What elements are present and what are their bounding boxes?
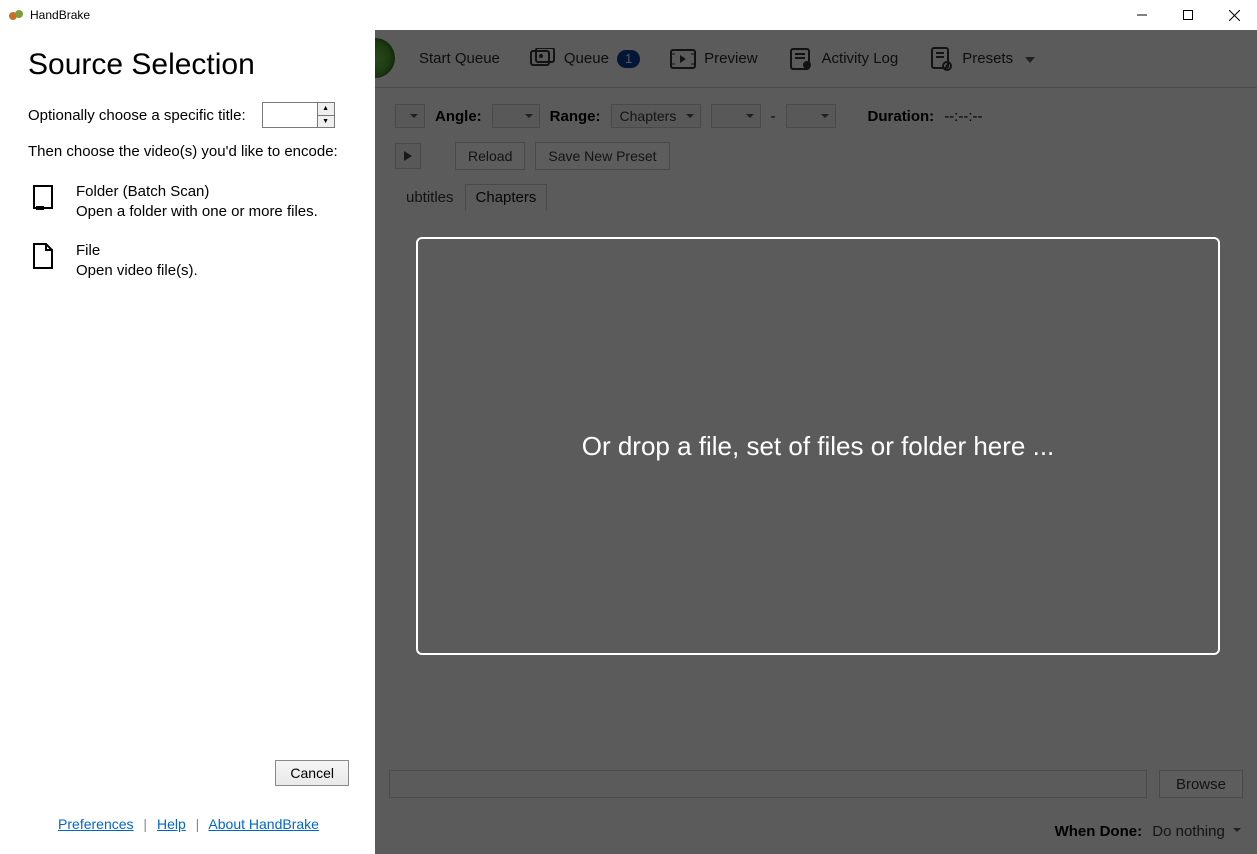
- folder-icon: [28, 182, 58, 212]
- preferences-link[interactable]: Preferences: [58, 816, 133, 832]
- file-option-title: File: [76, 241, 198, 261]
- about-link[interactable]: About HandBrake: [208, 816, 319, 832]
- file-option-desc: Open video file(s).: [76, 261, 198, 281]
- choose-title-spinner[interactable]: ▲ ▼: [262, 102, 335, 128]
- source-option-folder[interactable]: Folder (Batch Scan) Open a folder with o…: [28, 182, 349, 221]
- choose-subtext: Then choose the video(s) you'd like to e…: [28, 142, 349, 162]
- spinner-down[interactable]: ▼: [318, 116, 334, 128]
- window-buttons: [1119, 0, 1257, 30]
- folder-option-desc: Open a folder with one or more files.: [76, 202, 318, 222]
- maximize-button[interactable]: [1165, 0, 1211, 30]
- titlebar: HandBrake: [0, 0, 1257, 30]
- source-selection-panel: Source Selection Optionally choose a spe…: [0, 30, 375, 854]
- file-icon: [28, 241, 58, 271]
- choose-title-label: Optionally choose a specific title:: [28, 107, 246, 124]
- folder-option-title: Folder (Batch Scan): [76, 182, 318, 202]
- choose-title-row: Optionally choose a specific title: ▲ ▼: [28, 102, 349, 128]
- spinner-up[interactable]: ▲: [318, 103, 334, 116]
- window-title: HandBrake: [30, 8, 90, 22]
- cancel-button[interactable]: Cancel: [275, 760, 349, 786]
- source-option-file[interactable]: File Open video file(s).: [28, 241, 349, 280]
- main-area-dimmed: Start Queue Queue 1 Preview Activity Lo: [375, 30, 1257, 854]
- minimize-button[interactable]: [1119, 0, 1165, 30]
- footer-links: Preferences | Help | About HandBrake: [28, 816, 349, 842]
- drop-zone-text: Or drop a file, set of files or folder h…: [582, 431, 1055, 462]
- drop-zone[interactable]: Or drop a file, set of files or folder h…: [416, 237, 1220, 655]
- choose-title-input[interactable]: [263, 103, 317, 127]
- close-button[interactable]: [1211, 0, 1257, 30]
- help-link[interactable]: Help: [157, 816, 186, 832]
- source-selection-heading: Source Selection: [28, 48, 349, 82]
- app-icon: [8, 7, 24, 23]
